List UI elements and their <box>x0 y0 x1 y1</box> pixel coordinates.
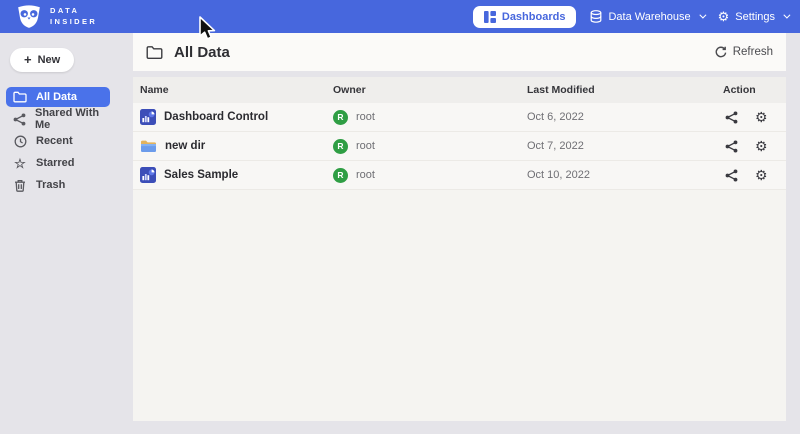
column-header-owner: Owner <box>333 84 527 96</box>
chevron-down-icon <box>783 12 790 19</box>
share-icon[interactable] <box>725 111 738 124</box>
gear-icon[interactable]: ⚙ <box>755 139 768 153</box>
settings-menu[interactable]: ⚙ Settings <box>718 10 788 23</box>
new-button[interactable]: + New <box>10 48 74 72</box>
last-modified: Oct 7, 2022 <box>527 140 723 152</box>
folder-icon <box>146 45 163 60</box>
table-row[interactable]: new dir R root Oct 7, 2022 ⚙ <box>133 132 786 161</box>
sidebar-item-label: Trash <box>36 179 65 191</box>
data-warehouse-menu[interactable]: Data Warehouse <box>590 10 703 23</box>
page-title: All Data <box>174 44 230 61</box>
dashboards-label: Dashboards <box>502 11 566 23</box>
table-header-row: Name Owner Last Modified Action <box>133 77 786 103</box>
dashboard-icon <box>484 11 496 23</box>
page-title-bar: All Data Refresh <box>133 33 786 71</box>
settings-label: Settings <box>735 11 775 23</box>
star-icon: ☆ <box>13 157 27 170</box>
table-row[interactable]: Dashboard Control R root Oct 6, 2022 ⚙ <box>133 103 786 132</box>
dashboard-file-icon <box>140 167 156 183</box>
column-header-action: Action <box>723 84 786 96</box>
file-table: Name Owner Last Modified Action Dashboar… <box>133 77 786 421</box>
brand: DATA INSIDER <box>16 5 97 29</box>
file-name: Dashboard Control <box>164 111 268 123</box>
clock-icon <box>13 135 27 148</box>
share-icon[interactable] <box>725 140 738 153</box>
table-row[interactable]: Sales Sample R root Oct 10, 2022 ⚙ <box>133 161 786 190</box>
share-icon[interactable] <box>725 169 738 182</box>
sidebar-item-recent[interactable]: Recent <box>6 131 110 151</box>
avatar: R <box>333 110 348 125</box>
refresh-button[interactable]: Refresh <box>715 46 773 58</box>
sidebar: + New All Data Shared With Me <box>0 33 131 434</box>
main-content: All Data Refresh Name Owner Last Modifie… <box>133 33 786 434</box>
sidebar-item-label: Starred <box>36 157 75 169</box>
brand-text: DATA INSIDER <box>50 6 97 28</box>
owner-name: root <box>356 169 375 181</box>
plus-icon: + <box>24 55 32 65</box>
column-header-last-modified: Last Modified <box>527 84 723 96</box>
data-warehouse-label: Data Warehouse <box>608 11 690 23</box>
avatar: R <box>333 168 348 183</box>
brand-line2: INSIDER <box>50 17 97 28</box>
folder-file-icon <box>140 139 157 153</box>
sidebar-item-starred[interactable]: ☆ Starred <box>6 153 110 173</box>
owner-name: root <box>356 111 375 123</box>
dashboard-file-icon <box>140 109 156 125</box>
trash-icon <box>13 179 27 192</box>
owl-logo-icon <box>16 5 42 29</box>
new-button-label: New <box>38 54 61 66</box>
brand-line1: DATA <box>50 6 97 17</box>
refresh-label: Refresh <box>733 46 773 58</box>
avatar: R <box>333 139 348 154</box>
sidebar-item-trash[interactable]: Trash <box>6 175 110 195</box>
gear-icon[interactable]: ⚙ <box>755 110 768 124</box>
header-nav: Dashboards Data Warehouse ⚙ Settings <box>473 6 788 28</box>
top-header: DATA INSIDER Dashboards Data Warehouse ⚙… <box>0 0 800 33</box>
sidebar-item-all-data[interactable]: All Data <box>6 87 110 107</box>
gear-icon[interactable]: ⚙ <box>755 168 768 182</box>
file-name: new dir <box>165 140 205 152</box>
refresh-icon <box>715 46 727 58</box>
dashboards-button[interactable]: Dashboards <box>473 6 577 28</box>
column-header-name: Name <box>140 84 333 96</box>
sidebar-item-label: Shared With Me <box>35 107 110 131</box>
file-name: Sales Sample <box>164 169 238 181</box>
last-modified: Oct 10, 2022 <box>527 169 723 181</box>
database-icon <box>590 10 602 23</box>
sidebar-item-shared-with-me[interactable]: Shared With Me <box>6 109 110 129</box>
sidebar-item-label: Recent <box>36 135 73 147</box>
chevron-down-icon <box>699 12 706 19</box>
last-modified: Oct 6, 2022 <box>527 111 723 123</box>
share-icon <box>13 113 26 126</box>
sidebar-item-label: All Data <box>36 91 77 103</box>
owner-name: root <box>356 140 375 152</box>
folder-icon <box>13 91 27 103</box>
sidebar-nav: All Data Shared With Me Recent <box>0 87 131 195</box>
gear-icon: ⚙ <box>718 10 730 23</box>
